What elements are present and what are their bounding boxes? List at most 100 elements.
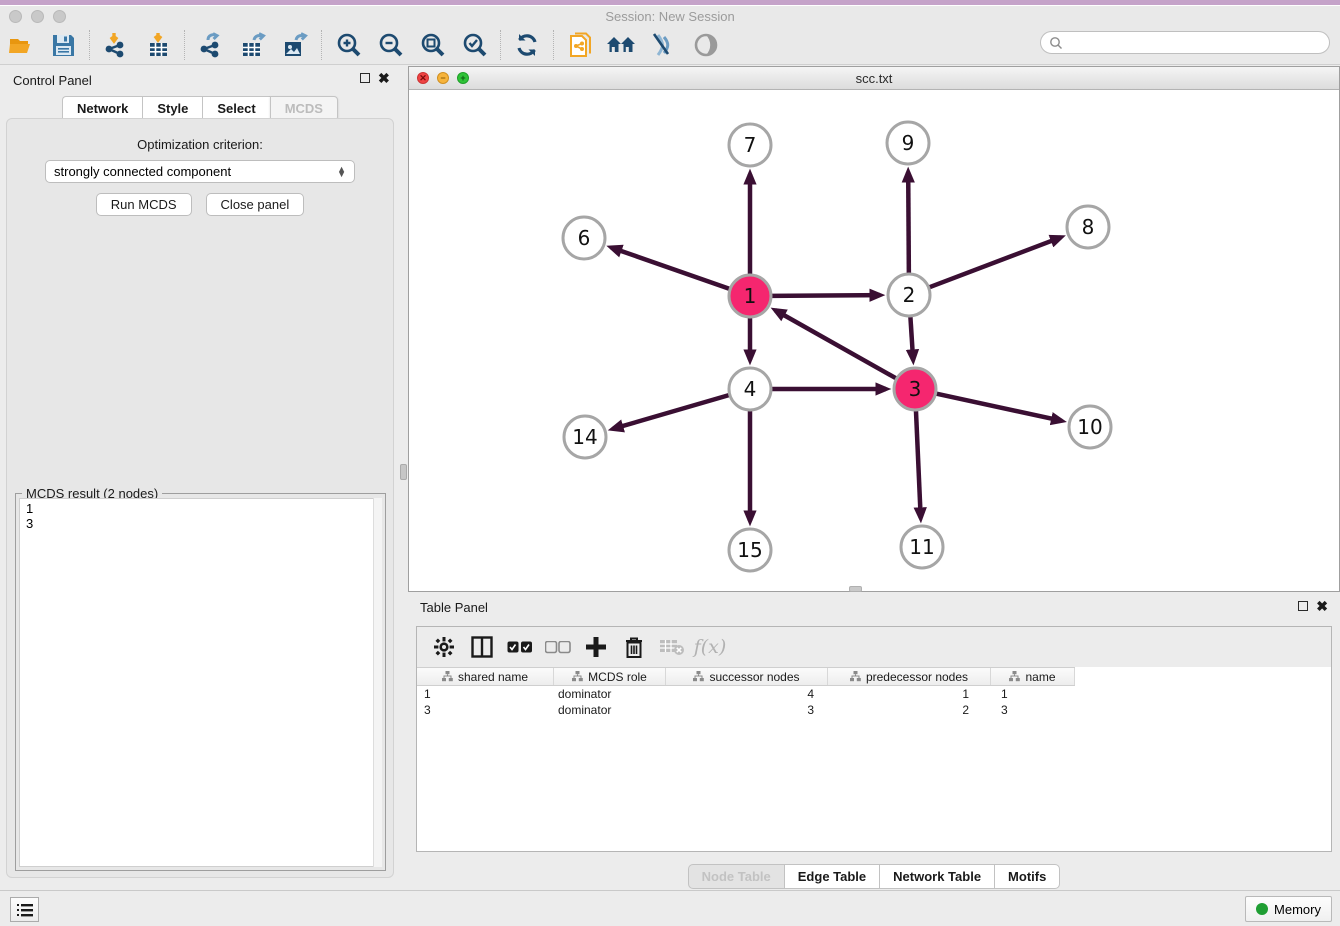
edge-3-11[interactable] [916,411,921,518]
delete-column-icon[interactable] [619,633,649,661]
control-panel-float-icon[interactable] [360,73,370,83]
search-icon [1049,36,1063,50]
table-header-row: shared nameMCDS rolesuccessor nodesprede… [417,667,1075,686]
node-9[interactable]: 9 [887,122,929,164]
open-session-icon[interactable] [6,30,36,60]
main-titlebar[interactable]: Session: New Session [0,6,1340,26]
edge-3-10[interactable] [936,394,1061,421]
task-history-button[interactable] [10,897,39,922]
column-header-shared-name[interactable]: shared name [417,668,554,685]
network-view-window: ✕ − + scc.txt 7 9 6 8 1 2 4 3 14 10 15 11 [408,66,1340,592]
table-body: 1dominator4113dominator323 [417,686,1331,718]
toolbar-separator [184,30,185,60]
edge-3-1[interactable] [775,310,896,378]
toolbar-separator [553,30,554,60]
edge-4-14[interactable] [613,395,729,429]
edge-1-2[interactable] [772,295,880,296]
optimization-criterion-select[interactable]: strongly connected component ▲▼ [45,160,355,183]
cell: 1 [828,687,991,701]
table-settings-icon[interactable] [429,633,459,661]
network-window-titlebar[interactable]: ✕ − + scc.txt [409,67,1339,90]
search-input[interactable] [1063,34,1329,52]
node-7[interactable]: 7 [729,124,771,166]
node-8[interactable]: 8 [1067,206,1109,248]
close-panel-button[interactable]: Close panel [206,193,305,216]
run-mcds-button[interactable]: Run MCDS [96,193,192,216]
show-graphics-details-icon[interactable] [691,30,721,60]
function-builder-icon[interactable]: f(x) [695,633,725,661]
column-header-successor-nodes[interactable]: successor nodes [666,668,828,685]
node-2[interactable]: 2 [888,274,930,316]
table-panel-close-icon[interactable]: ✖ [1316,601,1328,611]
new-network-from-selection-icon[interactable] [565,30,595,60]
hide-graphics-details-icon[interactable] [649,30,679,60]
deselect-all-icon[interactable] [543,633,573,661]
import-table-icon[interactable] [143,30,173,60]
edge-2-8[interactable] [930,237,1061,287]
edge-1-6[interactable] [611,248,729,289]
node-3[interactable]: 3 [894,368,936,410]
tab-node-table[interactable]: Node Table [688,864,784,889]
cell: 1 [417,687,554,701]
table-panel-header: Table Panel [408,595,1340,621]
flat-table-icon [850,671,861,682]
node-10[interactable]: 10 [1069,406,1111,448]
zoom-in-icon[interactable] [333,30,363,60]
export-image-icon[interactable] [280,30,310,60]
svg-text:3: 3 [909,377,922,401]
flat-table-icon [693,671,704,682]
svg-text:1: 1 [744,284,757,308]
edge-2-3[interactable] [910,317,913,360]
table-row[interactable]: 3dominator323 [417,702,1331,718]
refresh-layout-icon[interactable] [512,30,542,60]
zoom-selected-icon[interactable] [459,30,489,60]
export-network-icon[interactable] [196,30,226,60]
node-11[interactable]: 11 [901,526,943,568]
cell: dominator [554,703,666,717]
node-14[interactable]: 14 [564,416,606,458]
node-1[interactable]: 1 [729,275,771,317]
home-icon[interactable] [607,30,637,60]
export-table-icon[interactable] [238,30,268,60]
mcds-result-text[interactable]: 1 3 [19,498,382,867]
svg-text:10: 10 [1077,415,1102,439]
delete-table-icon[interactable] [657,633,687,661]
flat-table-icon [442,671,453,682]
main-toolbar [0,26,1340,65]
node-15[interactable]: 15 [729,529,771,571]
table-row[interactable]: 1dominator411 [417,686,1331,702]
network-minimize-icon[interactable]: − [437,72,449,84]
table-panel-float-icon[interactable] [1298,601,1308,611]
svg-text:11: 11 [909,535,934,559]
select-all-icon[interactable] [505,633,535,661]
memory-status-dot [1256,903,1268,915]
network-maximize-icon[interactable]: + [457,72,469,84]
zoom-fit-icon[interactable] [417,30,447,60]
column-header-name[interactable]: name [991,668,1075,685]
network-canvas[interactable]: 7 9 6 8 1 2 4 3 14 10 15 11 [409,90,1339,591]
split-view-icon[interactable] [467,633,497,661]
vertical-splitter-handle[interactable] [400,464,407,480]
tab-edge-table[interactable]: Edge Table [784,864,879,889]
window-title: Session: New Session [0,9,1340,24]
control-panel-close-icon[interactable]: ✖ [378,73,390,83]
memory-label: Memory [1274,902,1321,917]
memory-button[interactable]: Memory [1245,896,1332,922]
network-close-icon[interactable]: ✕ [417,72,429,84]
node-6[interactable]: 6 [563,217,605,259]
edge-2-9[interactable] [908,172,909,273]
table-panel-title: Table Panel [408,600,488,615]
search-field[interactable] [1040,31,1330,54]
criterion-selected-value: strongly connected component [54,164,337,179]
result-scrollbar[interactable] [373,498,382,867]
add-column-icon[interactable] [581,633,611,661]
horizontal-splitter-handle[interactable] [849,586,862,592]
tab-network-table[interactable]: Network Table [879,864,994,889]
zoom-out-icon[interactable] [375,30,405,60]
column-header-predecessor-nodes[interactable]: predecessor nodes [828,668,991,685]
tab-motifs[interactable]: Motifs [994,864,1060,889]
column-header-MCDS-role[interactable]: MCDS role [554,668,666,685]
node-4[interactable]: 4 [729,368,771,410]
save-session-icon[interactable] [48,30,78,60]
import-network-icon[interactable] [101,30,131,60]
